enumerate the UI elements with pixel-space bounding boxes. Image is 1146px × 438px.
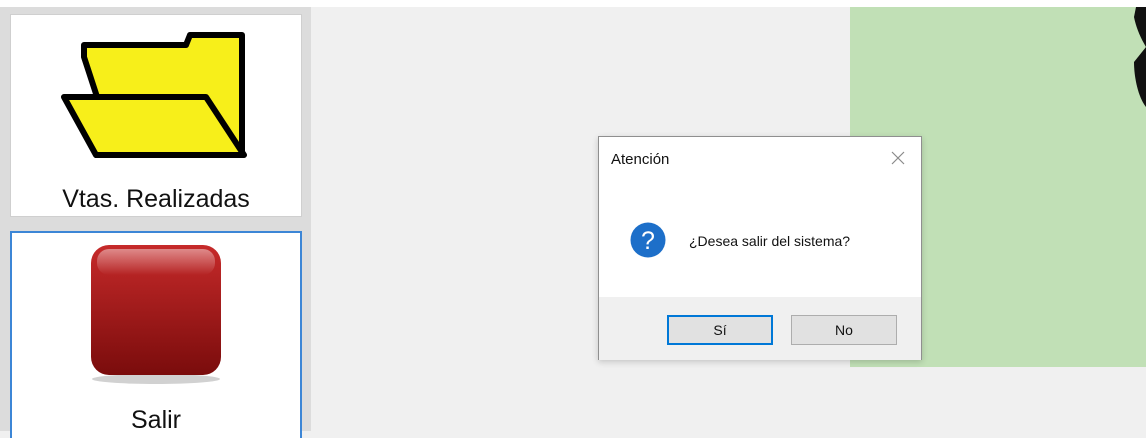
exit-stop-icon xyxy=(91,245,221,384)
left-menu-panel: Vtas. Realizadas Salir xyxy=(0,7,311,438)
dialog-message: ¿Desea salir del sistema? xyxy=(689,233,851,249)
svg-text:?: ? xyxy=(641,227,655,255)
dialog-body: ? ¿Desea salir del sistema? xyxy=(599,185,921,297)
ventas-realizadas-button[interactable]: Vtas. Realizadas xyxy=(10,14,302,217)
no-button[interactable]: No xyxy=(791,315,897,345)
question-icon: ? xyxy=(630,222,666,258)
yes-button[interactable]: Sí xyxy=(667,315,773,345)
top-strip xyxy=(0,0,1146,7)
confirm-dialog: Atención ? ¿Desea salir del sistema? Sí … xyxy=(598,136,922,360)
background-artwork xyxy=(1134,7,1146,107)
close-icon[interactable] xyxy=(889,149,907,167)
dialog-title: Atención xyxy=(611,151,670,168)
folder-icon xyxy=(61,32,247,158)
salir-button[interactable]: Salir xyxy=(10,231,302,438)
dialog-footer: Sí No xyxy=(599,297,921,360)
ventas-realizadas-label: Vtas. Realizadas xyxy=(62,185,250,213)
